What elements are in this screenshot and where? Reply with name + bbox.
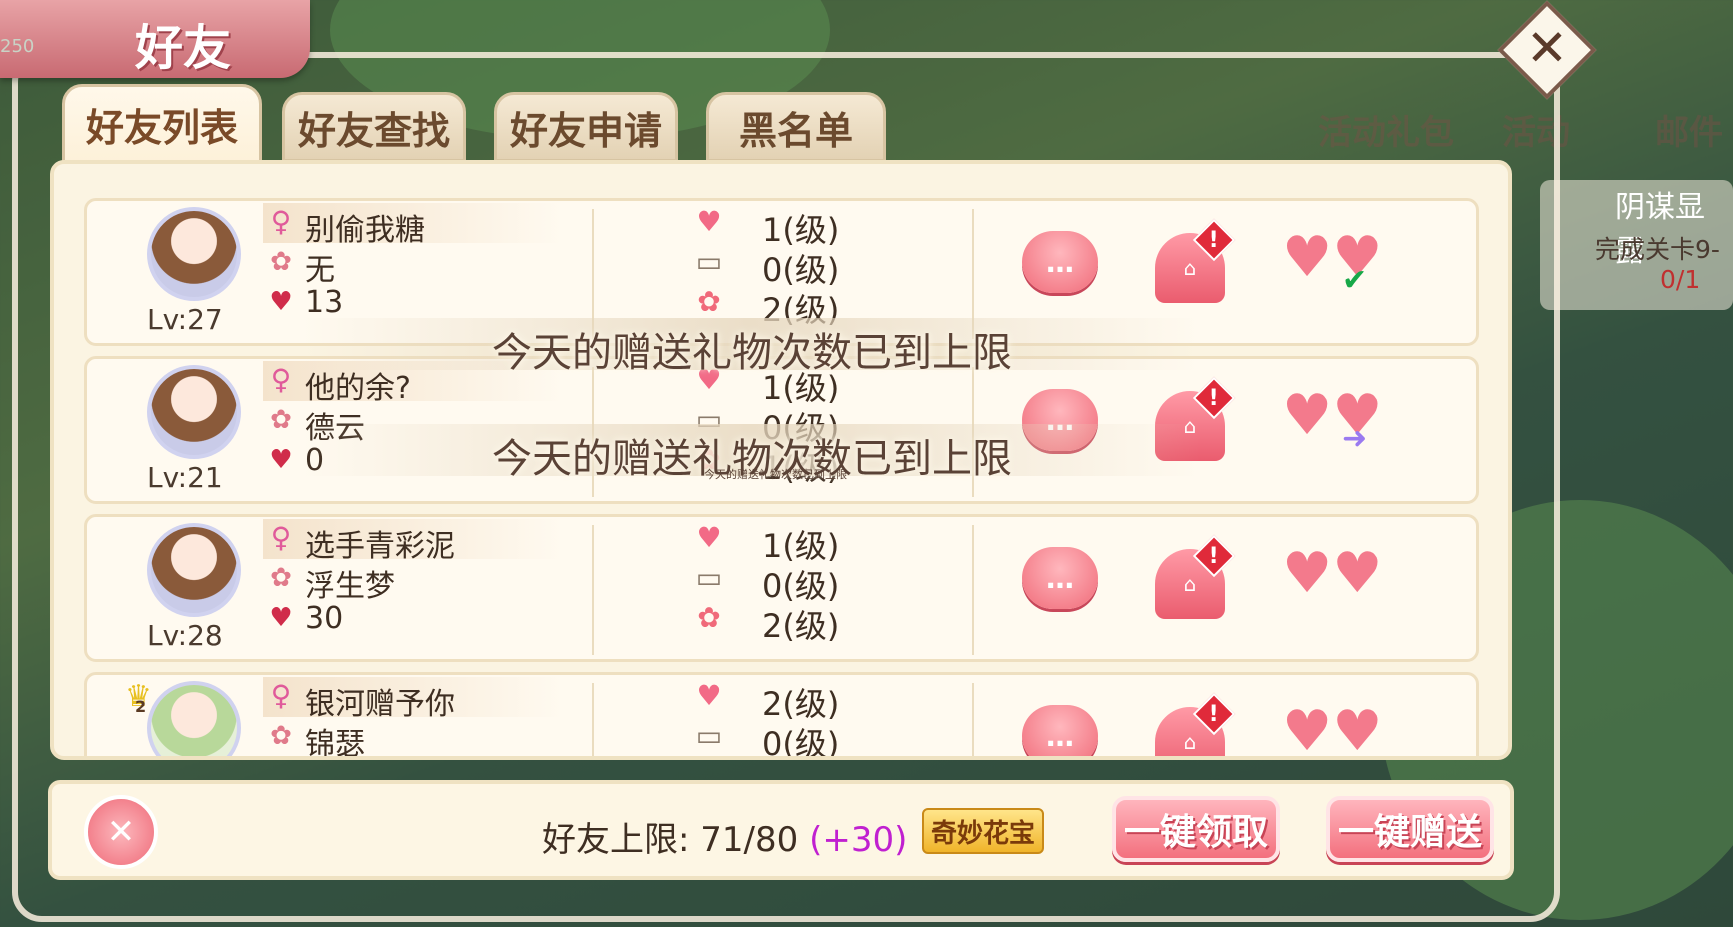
chat-bubble-icon[interactable]: … (1022, 231, 1098, 293)
flower-stat-icon: ✿ (697, 601, 721, 634)
friend-level: Lv:21 (147, 461, 223, 494)
affinity-heart-icon: ♥ (269, 603, 293, 633)
gift-limit-notice-small: 今天的赠送礼物次数已到上限 (704, 468, 847, 481)
friend-affinity: 30 (305, 601, 344, 636)
heart-stat-icon: ♥ (696, 521, 722, 554)
gift-hearts-icon[interactable]: ♥♥ (1282, 383, 1382, 448)
tab-friend-requests[interactable]: 好友申请 (494, 92, 678, 162)
guild-icon: ✿ (270, 563, 292, 593)
avatar[interactable] (147, 523, 241, 617)
close-icon[interactable]: ✕ (1516, 17, 1578, 79)
friend-level: Lv:27 (147, 303, 223, 336)
female-icon: ♀ (270, 363, 292, 396)
tab-blacklist[interactable]: 黑名单 (706, 92, 886, 162)
friend-name: 选手青彩泥 (305, 529, 455, 564)
friend-affinity: 13 (305, 285, 344, 320)
chat-bubble-icon[interactable]: … (1022, 705, 1098, 756)
friend-limit-label: 好友上限: 71/80 (542, 820, 799, 860)
corner-number: 250 (0, 36, 35, 57)
friend-level: Lv:28 (147, 619, 223, 652)
remove-friend-icon[interactable]: ✕ (84, 795, 158, 869)
tab-friend-search[interactable]: 好友查找 (282, 92, 466, 162)
gift-hearts-icon[interactable]: ♥♥ (1282, 699, 1382, 756)
crown-rank: 2 (135, 697, 147, 716)
flower-treasure-button[interactable]: 奇妙花宝 (922, 808, 1044, 854)
gift-hearts-icon[interactable]: ♥♥ (1282, 225, 1382, 290)
gift-limit-notice: 今天的赠送礼物次数已到上限 (492, 330, 1012, 376)
divider (592, 683, 594, 756)
avatar[interactable] (147, 365, 241, 459)
divider (972, 525, 974, 655)
female-icon: ♀ (270, 521, 292, 554)
page-title: 好友 (135, 20, 232, 76)
friend-guild: 锦瑟 (305, 727, 365, 760)
book-stat-icon: ▭ (695, 245, 723, 278)
divider (972, 683, 974, 756)
friend-name: 别偷我糖 (305, 213, 425, 248)
gift-all-button[interactable]: 一键赠送 (1326, 796, 1494, 862)
stat-value: 2(级) (762, 607, 840, 645)
female-icon: ♀ (270, 205, 292, 238)
affinity-heart-icon: ♥ (269, 287, 293, 317)
quest-desc: 完成关卡9- (1595, 235, 1720, 264)
guild-icon: ✿ (270, 247, 292, 277)
hud-mail: 邮件 (1655, 113, 1723, 153)
friend-row[interactable]: ♛ 2 ♀ 银河赠予你 ✿ 锦瑟 ♥ 2(级) ▭ 0(级) … ⌂ ! ♥♥ (84, 672, 1479, 760)
friend-limit-bonus: (+30) (809, 820, 908, 860)
book-stat-icon: ▭ (695, 719, 723, 752)
book-stat-icon: ▭ (695, 561, 723, 594)
divider (592, 525, 594, 655)
flower-stat-icon: ✿ (697, 285, 721, 318)
female-icon: ♀ (270, 679, 292, 712)
heart-stat-icon: ♥ (696, 679, 722, 712)
guild-icon: ✿ (270, 721, 292, 751)
stat-value: 0(级) (762, 725, 840, 760)
check-icon: ✔ (1342, 263, 1368, 298)
friend-guild: 无 (305, 253, 335, 288)
friend-guild: 浮生梦 (305, 569, 395, 604)
affinity-heart-icon: ♥ (269, 445, 293, 475)
friend-row[interactable]: Lv:28 ♀ 选手青彩泥 ✿ 浮生梦 ♥ 30 ♥ 1(级) ▭ 0(级) ✿… (84, 514, 1479, 662)
gift-hearts-icon[interactable]: ♥♥ (1282, 541, 1382, 606)
friend-name: 银河赠予你 (305, 687, 455, 722)
claim-all-button[interactable]: 一键领取 (1112, 796, 1280, 862)
friend-limit: 好友上限: 71/80 (+30) (542, 812, 907, 861)
send-arrow-icon: ➜ (1342, 421, 1368, 456)
chat-bubble-icon[interactable]: … (1022, 547, 1098, 609)
avatar[interactable] (147, 207, 241, 301)
tab-friend-list[interactable]: 好友列表 (62, 84, 262, 164)
avatar[interactable] (147, 681, 241, 756)
quest-progress: 0/1 (1660, 265, 1701, 294)
guild-icon: ✿ (270, 405, 292, 435)
heart-stat-icon: ♥ (696, 205, 722, 238)
